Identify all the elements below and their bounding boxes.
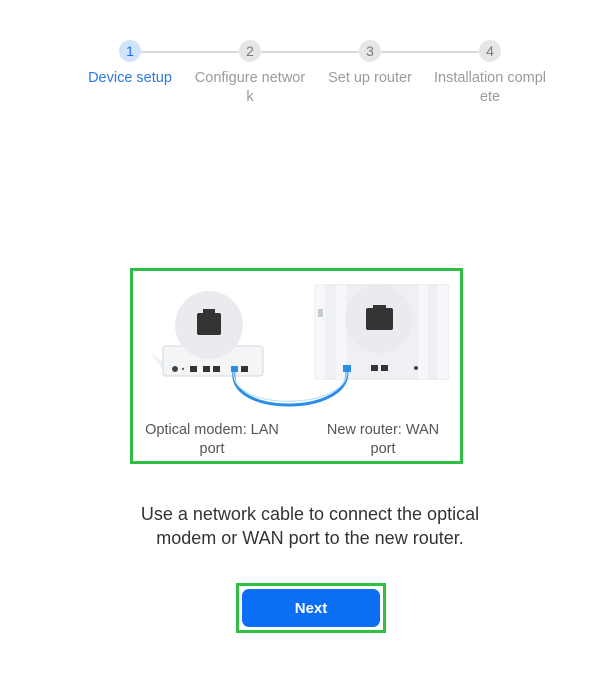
connection-illustration: Optical modem: LAN port New router: WAN … [130, 268, 463, 464]
step-device-setup: 1 Device setup [70, 40, 190, 88]
step-number: 4 [479, 40, 501, 62]
modem-caption: Optical modem: LAN port [145, 422, 279, 457]
step-configure-network: 2 Configure network [190, 40, 310, 107]
new-router-image [314, 284, 449, 380]
step-label: Device setup [88, 70, 172, 86]
step-label: Configure network [194, 70, 306, 105]
setup-stepper: 1 Device setup 2 Configure network 3 Set… [0, 40, 605, 120]
optical-modem-image [141, 291, 264, 377]
step-number: 1 [119, 40, 141, 62]
instruction-text: Use a network cable to connect the optic… [140, 504, 480, 548]
next-button-highlight: Next [236, 583, 386, 633]
router-caption: New router: WAN port [326, 422, 440, 457]
step-label: Set up router [328, 70, 412, 86]
step-number: 3 [359, 40, 381, 62]
step-set-up-router: 3 Set up router [310, 40, 430, 88]
step-label: Installation complete [433, 70, 547, 105]
step-installation-complete: 4 Installation complete [430, 40, 550, 107]
step-number: 2 [239, 40, 261, 62]
next-button[interactable]: Next [242, 589, 380, 627]
